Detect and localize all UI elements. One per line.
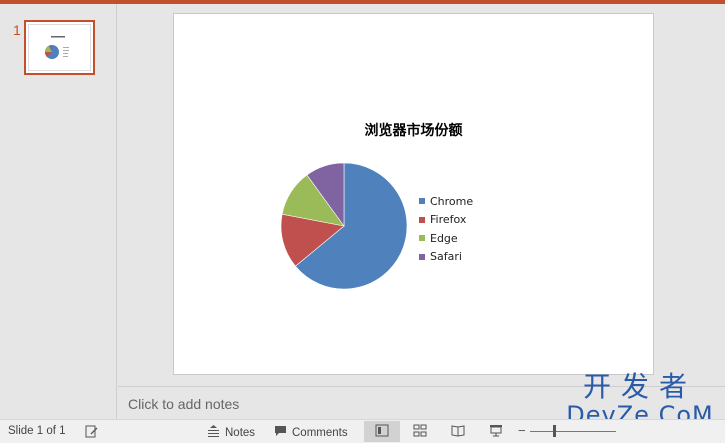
normal-view-button[interactable] <box>364 421 400 442</box>
slide-thumbnail-pane: 1 <box>0 4 117 419</box>
legend-swatch <box>419 198 425 205</box>
reading-view-icon <box>451 424 465 440</box>
comments-button[interactable]: Comments <box>274 425 348 440</box>
slide-counter: Slide 1 of 1 <box>8 425 66 437</box>
zoom-slider-track[interactable] <box>530 431 616 432</box>
legend-item-safari: Safari <box>419 248 473 267</box>
chart-legend[interactable]: Chrome Firefox Edge Safari <box>419 192 473 266</box>
chart-title[interactable]: 浏览器市场份额 <box>174 120 653 140</box>
legend-label: Edge <box>430 231 458 245</box>
reading-view-button[interactable] <box>440 421 476 442</box>
slideshow-icon <box>489 424 503 440</box>
notes-placeholder[interactable]: Click to add notes <box>128 396 239 412</box>
thumbnail-chart-preview <box>44 36 69 59</box>
legend-label: Chrome <box>430 194 474 208</box>
legend-swatch <box>419 235 425 242</box>
slide-counter-text: Slide 1 of 1 <box>8 425 66 437</box>
legend-item-chrome: Chrome <box>419 192 473 211</box>
legend-swatch <box>419 216 425 223</box>
zoom-slider-thumb[interactable] <box>553 425 556 437</box>
legend-label: Firefox <box>430 213 467 227</box>
notes-label: Notes <box>225 426 256 439</box>
slide-thumbnail[interactable] <box>24 20 95 75</box>
legend-item-firefox: Firefox <box>419 211 473 230</box>
slide-number: 1 <box>13 22 21 38</box>
watermark-cn: 开发者 <box>582 370 697 403</box>
status-bar: Slide 1 of 1 Notes Comments − <box>0 419 725 443</box>
powerpoint-window: 1 浏览器市场份额 Chrome Firefox Edge Safari Cli… <box>0 0 725 443</box>
slide-thumbnail-preview <box>28 24 91 71</box>
slide-sorter-button[interactable] <box>402 421 438 442</box>
legend-swatch <box>419 253 425 260</box>
notes-icon <box>207 425 220 440</box>
notes-button[interactable]: Notes <box>207 425 255 440</box>
zoom-out-button[interactable]: − <box>518 423 526 438</box>
comments-icon <box>274 425 287 440</box>
accessibility-icon <box>85 425 99 441</box>
slideshow-button[interactable] <box>478 421 514 442</box>
normal-view-icon <box>375 424 389 440</box>
slide-editor: 浏览器市场份额 Chrome Firefox Edge Safari <box>118 4 725 386</box>
pie-chart[interactable] <box>279 161 409 291</box>
comments-label: Comments <box>292 426 348 439</box>
legend-label: Safari <box>430 250 462 264</box>
slide-canvas[interactable]: 浏览器市场份额 Chrome Firefox Edge Safari <box>173 13 654 375</box>
accessibility-button[interactable] <box>85 425 104 441</box>
legend-item-edge: Edge <box>419 229 473 248</box>
slide-sorter-icon <box>413 424 427 440</box>
